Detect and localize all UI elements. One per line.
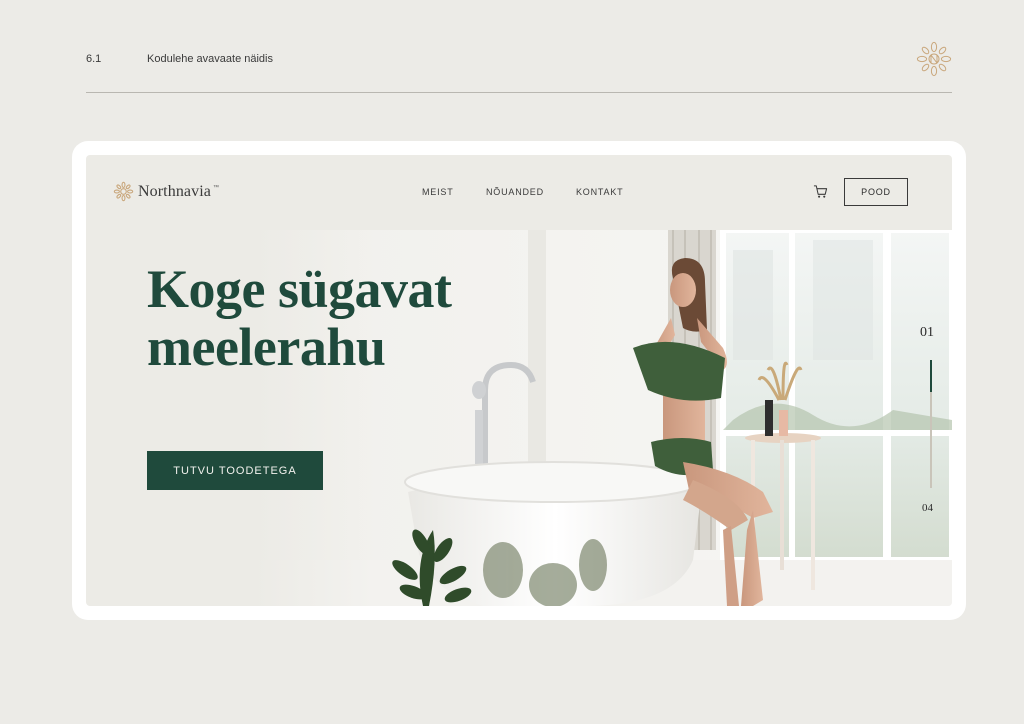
shop-button[interactable]: POOD	[844, 178, 908, 206]
nav-item-kontakt[interactable]: KONTAKT	[576, 187, 623, 197]
sheet-number: 6.1	[86, 53, 102, 65]
slide-progress-track[interactable]	[930, 360, 932, 488]
brand-logo[interactable]: Northnavia ™	[113, 181, 219, 202]
explore-products-button[interactable]: TUTVU TOODETEGA	[147, 451, 323, 490]
cart-icon[interactable]	[813, 184, 828, 199]
trademark-symbol: ™	[212, 185, 219, 191]
brand-name: Northnavia	[138, 182, 211, 200]
botanical-logo-icon	[113, 181, 134, 202]
botanical-emblem-icon	[915, 40, 953, 78]
sheet-title: Kodulehe avavaate näidis	[147, 53, 273, 65]
slide-current-number: 01	[920, 325, 934, 340]
slide-progress-fill	[930, 360, 932, 392]
nav-item-nouanded[interactable]: NÕUANDED	[486, 187, 544, 197]
nav-item-meist[interactable]: MEIST	[422, 187, 454, 197]
hero-headline: Koge sügavat meelerahu	[147, 259, 452, 377]
website-mockup: Northnavia ™ MEIST NÕUANDED KONTAKT POOD…	[86, 155, 952, 606]
divider	[86, 92, 952, 93]
slide-total-number: 04	[922, 502, 933, 514]
